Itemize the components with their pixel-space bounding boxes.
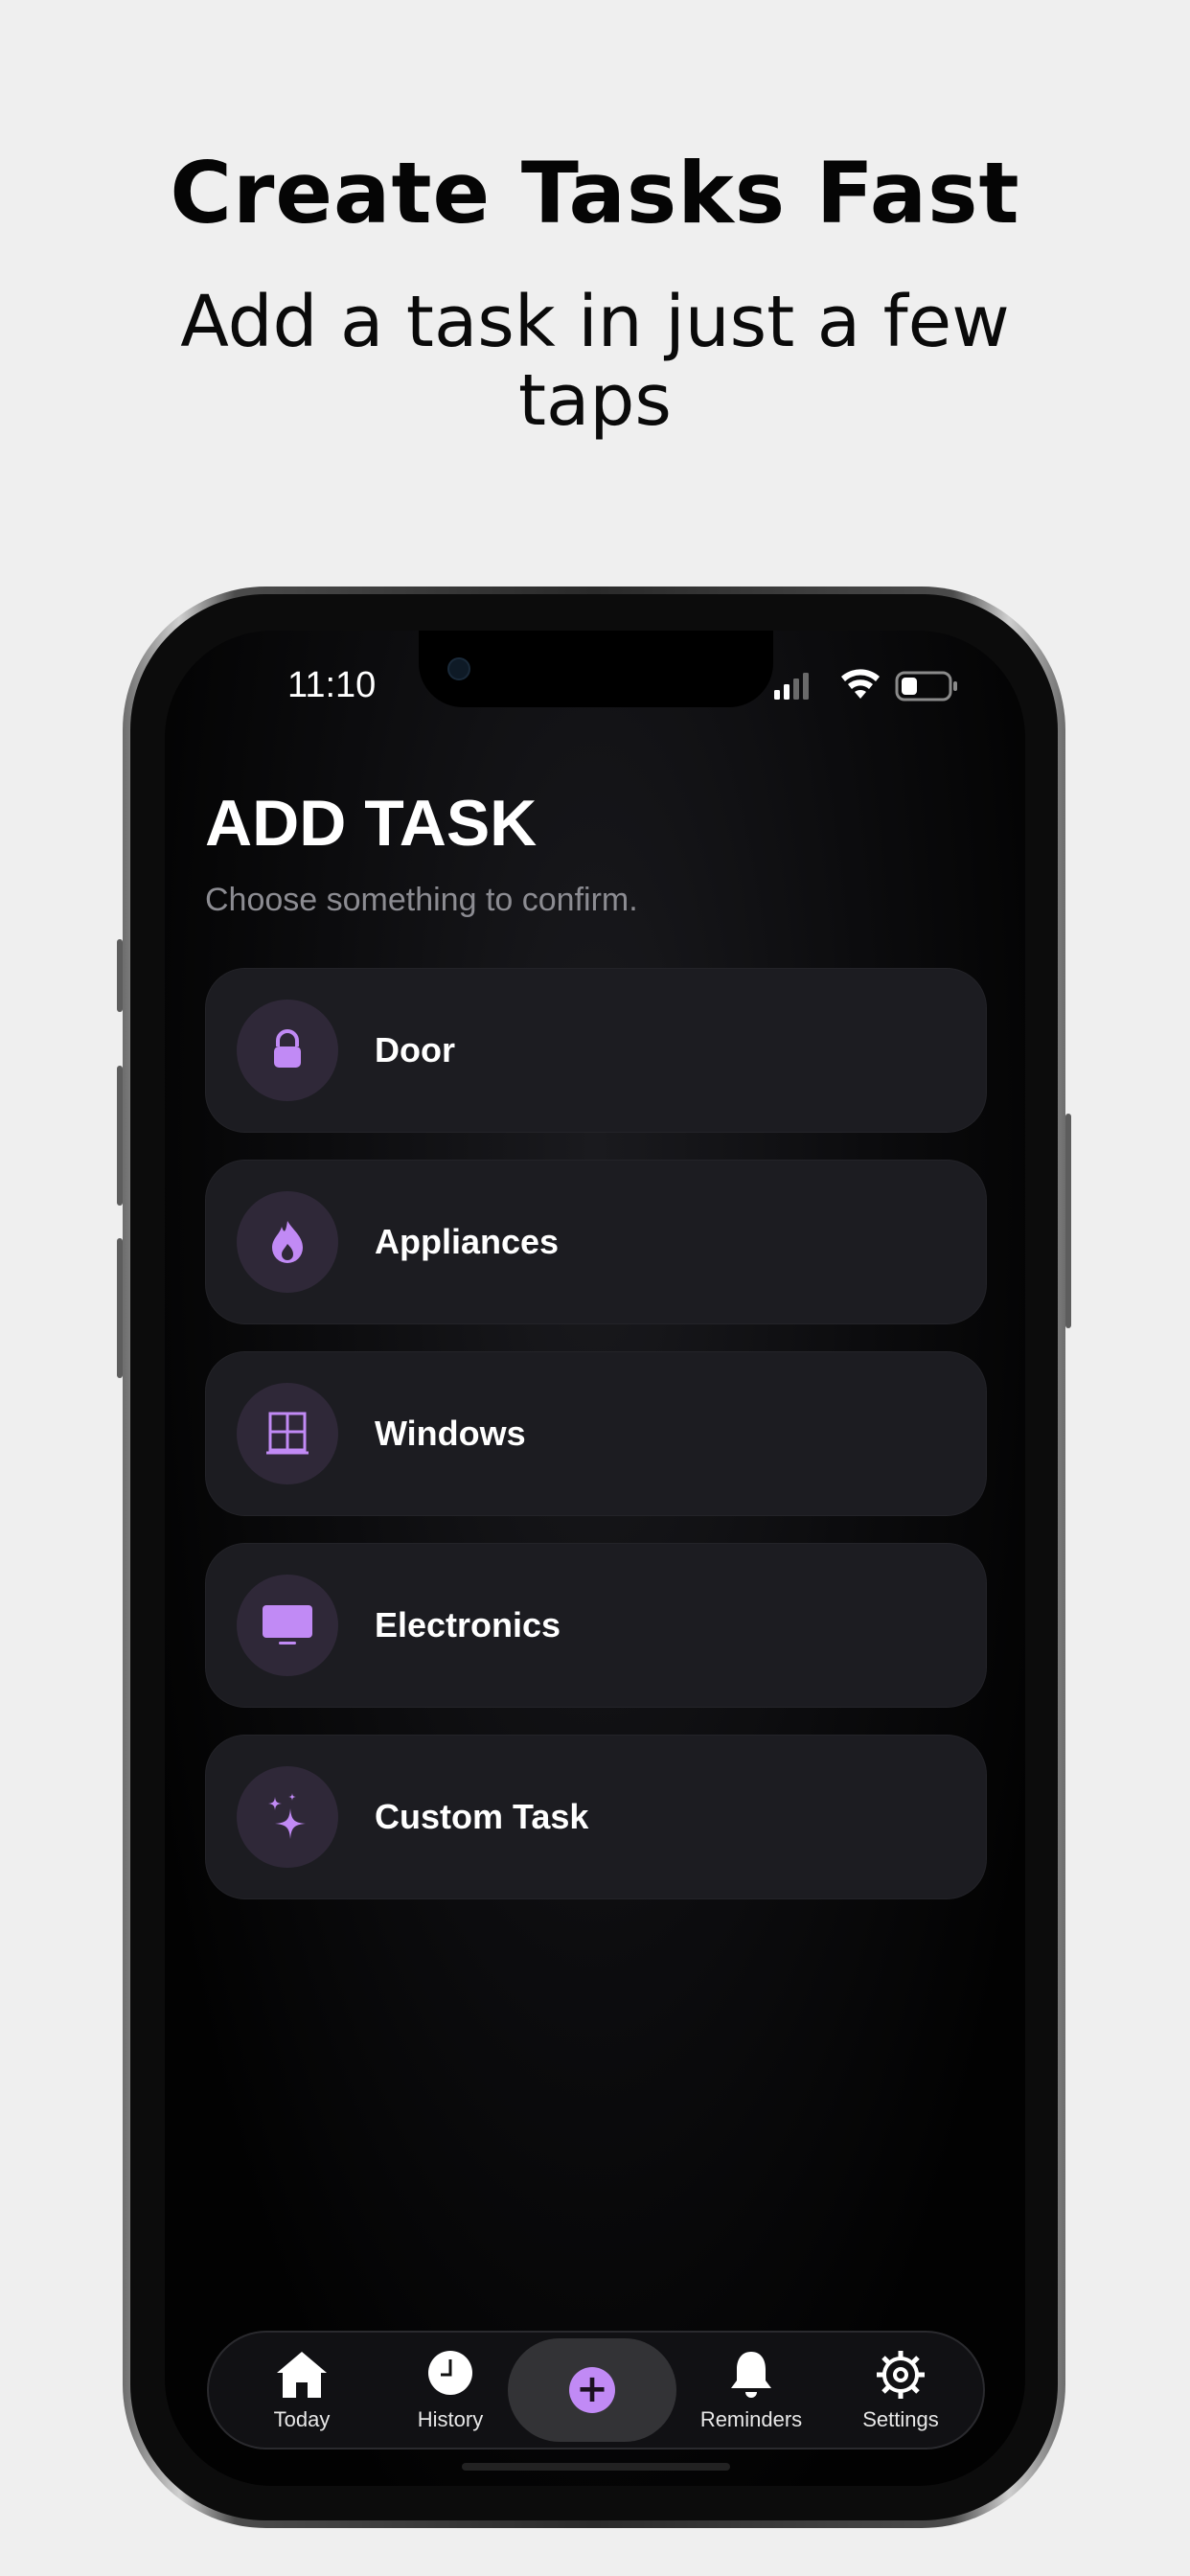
plus-icon: + (569, 2367, 615, 2413)
home-indicator (462, 2463, 730, 2471)
flame-icon (237, 1191, 338, 1293)
add-task-button[interactable]: + (508, 2338, 676, 2442)
tab-today[interactable]: Today (235, 2333, 369, 2448)
bell-icon (731, 2352, 771, 2398)
task-windows[interactable]: Windows (205, 1351, 987, 1516)
dynamic-island (419, 631, 773, 707)
promo-headline: Create Tasks Fast (170, 144, 1020, 242)
promo-subline: Add a task in just a few taps (180, 281, 1010, 442)
task-label: Appliances (375, 1222, 560, 1261)
tab-label: History (417, 2407, 484, 2431)
volume-up-button (117, 1066, 123, 1206)
status-time: 11:10 (287, 665, 377, 705)
tab-settings[interactable]: Settings (834, 2333, 968, 2448)
page-title: ADD TASK (205, 787, 538, 860)
cellular-signal-icon (774, 673, 809, 700)
task-list: Door Appliances Windows Electronics Cust… (205, 968, 987, 1926)
house-icon (277, 2352, 327, 2398)
phone-screen: 11:10 ADD TASK Choose something to confi… (165, 631, 1025, 2486)
tab-label: Today (273, 2407, 331, 2431)
task-label: Custom Task (375, 1797, 589, 1836)
tab-label: Reminders (699, 2407, 803, 2431)
volume-down-button (117, 1238, 123, 1378)
power-button (1065, 1114, 1071, 1328)
task-door[interactable]: Door (205, 968, 987, 1133)
tab-label: Settings (862, 2407, 939, 2431)
status-icons (774, 669, 985, 703)
task-label: Door (375, 1030, 455, 1070)
mute-switch (117, 939, 123, 1012)
task-label: Electronics (375, 1605, 561, 1644)
task-appliances[interactable]: Appliances (205, 1160, 987, 1324)
camera-icon (447, 657, 470, 680)
gear-icon (877, 2351, 925, 2399)
window-icon (237, 1383, 338, 1484)
wifi-icon (841, 669, 880, 699)
tv-icon (237, 1575, 338, 1676)
sparkles-icon (237, 1766, 338, 1868)
lock-icon (237, 1000, 338, 1101)
battery-icon (895, 671, 957, 702)
page-subtitle: Choose something to confirm. (205, 882, 638, 918)
tab-reminders[interactable]: Reminders (684, 2333, 818, 2448)
clock-icon (428, 2351, 472, 2395)
tab-history[interactable]: History (383, 2333, 517, 2448)
tab-bar: Today History + Reminders Settings (207, 2331, 985, 2450)
task-label: Windows (375, 1414, 526, 1453)
task-electronics[interactable]: Electronics (205, 1543, 987, 1708)
task-custom[interactable]: Custom Task (205, 1735, 987, 1899)
status-icons-svg (774, 669, 957, 702)
